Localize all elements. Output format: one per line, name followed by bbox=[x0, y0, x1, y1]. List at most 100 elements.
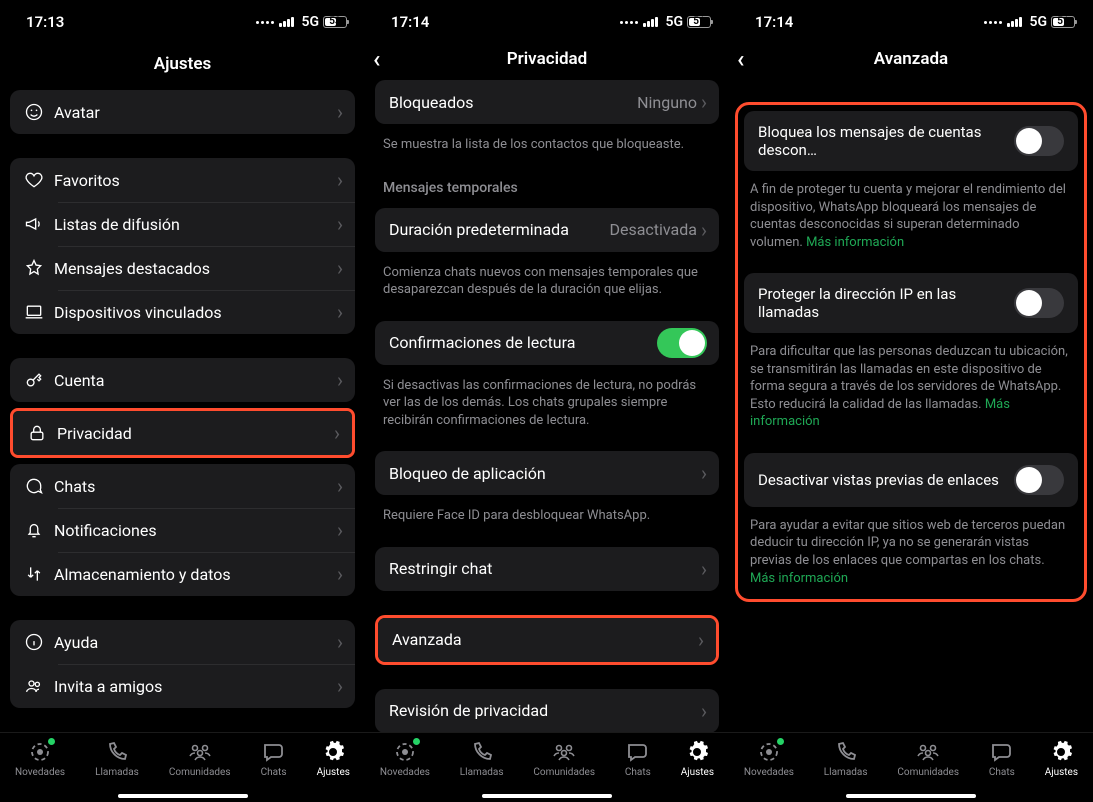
tab-chats[interactable]: Chats bbox=[625, 739, 651, 778]
duracion-row[interactable]: Duración predeterminada Desactivada › bbox=[375, 208, 719, 252]
disable-preview-footer: Para ayudar a evitar que sitios web de t… bbox=[744, 513, 1078, 593]
bloqueo-app-row[interactable]: Bloqueo de aplicación › bbox=[375, 451, 719, 495]
home-indicator bbox=[118, 794, 248, 798]
chevron-right-icon: › bbox=[337, 674, 343, 698]
avatar-row[interactable]: Avatar › bbox=[10, 90, 355, 134]
chevron-right-icon: › bbox=[337, 630, 343, 654]
bloqueo-app-footer: Requiere Face ID para desbloquear WhatsA… bbox=[365, 501, 729, 541]
status-time: 17:14 bbox=[755, 13, 793, 31]
cuenta-row[interactable]: Cuenta › bbox=[10, 358, 355, 402]
toggle-switch[interactable] bbox=[657, 328, 707, 358]
block-unknown-row[interactable]: Bloquea los mensajes de cuentas descon… bbox=[744, 111, 1078, 171]
status-network: 5G bbox=[1029, 14, 1047, 30]
almacenamiento-row[interactable]: Almacenamiento y datos › bbox=[10, 552, 355, 596]
bloqueados-footer: Se muestra la lista de los contactos que… bbox=[365, 130, 729, 170]
temp-header: Mensajes temporales bbox=[365, 170, 729, 202]
home-indicator bbox=[482, 794, 612, 798]
laptop-icon bbox=[24, 302, 54, 322]
status-network: 5G bbox=[665, 14, 683, 30]
tab-ajustes[interactable]: Ajustes bbox=[317, 739, 350, 778]
chats-row[interactable]: Chats › bbox=[10, 464, 355, 508]
chevron-right-icon: › bbox=[337, 100, 343, 124]
notificaciones-row[interactable]: Notificaciones › bbox=[10, 508, 355, 552]
listas-row[interactable]: Listas de difusión › bbox=[10, 202, 355, 246]
tab-chats[interactable]: Chats bbox=[989, 739, 1015, 778]
back-button[interactable]: ‹ bbox=[737, 45, 744, 73]
tab-bar: Novedades Llamadas Comunidades Chats Aju… bbox=[729, 732, 1093, 802]
tab-llamadas[interactable]: Llamadas bbox=[824, 739, 868, 778]
back-button[interactable]: ‹ bbox=[373, 45, 380, 73]
chevron-right-icon: › bbox=[337, 300, 343, 324]
chevron-right-icon: › bbox=[337, 212, 343, 236]
block-unknown-footer: A fin de proteger tu cuenta y mejorar el… bbox=[744, 177, 1078, 273]
chevron-right-icon: › bbox=[337, 562, 343, 586]
heart-icon bbox=[24, 170, 54, 190]
chevron-right-icon: › bbox=[337, 518, 343, 542]
tab-comunidades[interactable]: Comunidades bbox=[897, 739, 959, 778]
revision-row[interactable]: Revisión de privacidad › bbox=[375, 689, 719, 732]
more-info-link[interactable]: Más información bbox=[750, 571, 848, 586]
avanzada-row[interactable]: Avanzada › bbox=[378, 618, 716, 662]
privacidad-row[interactable]: Privacidad › bbox=[13, 411, 352, 455]
dispositivos-row[interactable]: Dispositivos vinculados › bbox=[10, 290, 355, 334]
chevron-right-icon: › bbox=[337, 368, 343, 392]
protect-ip-footer: Para dificultar que las personas deduzca… bbox=[744, 339, 1078, 453]
toggle-switch[interactable] bbox=[1014, 126, 1064, 156]
megaphone-icon bbox=[24, 214, 54, 234]
tab-bar: Novedades Llamadas Comunidades Chats Aju… bbox=[0, 732, 365, 802]
tab-ajustes[interactable]: Ajustes bbox=[1045, 739, 1078, 778]
confirmaciones-row[interactable]: Confirmaciones de lectura bbox=[375, 321, 719, 365]
battery-icon: 51 bbox=[687, 16, 711, 28]
invita-row[interactable]: Invita a amigos › bbox=[10, 664, 355, 708]
status-time: 17:14 bbox=[391, 13, 429, 31]
chevron-right-icon: › bbox=[701, 557, 707, 581]
avatar-icon bbox=[24, 102, 54, 122]
disable-preview-row[interactable]: Desactivar vistas previas de enlaces bbox=[744, 453, 1078, 507]
advanced-highlight: Bloquea los mensajes de cuentas descon… … bbox=[735, 102, 1087, 602]
status-bar: 17:13 5G 53 bbox=[0, 0, 365, 44]
toggle-switch[interactable] bbox=[1014, 465, 1064, 495]
tab-ajustes[interactable]: Ajustes bbox=[681, 739, 714, 778]
confirmaciones-footer: Si desactivas las confirmaciones de lect… bbox=[365, 371, 729, 446]
status-network: 5G bbox=[301, 14, 319, 30]
tab-novedades[interactable]: Novedades bbox=[744, 739, 794, 778]
page-title: Ajustes bbox=[0, 44, 365, 84]
bell-icon bbox=[24, 520, 54, 540]
chevron-right-icon: › bbox=[334, 421, 340, 445]
more-info-link[interactable]: Más información bbox=[806, 235, 904, 250]
destacados-row[interactable]: Mensajes destacados › bbox=[10, 246, 355, 290]
restringir-row[interactable]: Restringir chat › bbox=[375, 547, 719, 591]
lock-icon bbox=[27, 423, 57, 443]
tab-novedades[interactable]: Novedades bbox=[380, 739, 430, 778]
screen-advanced: 17:14 5G 51 ‹ Avanzada Bloquea los mensa… bbox=[729, 0, 1093, 802]
favoritos-row[interactable]: Favoritos › bbox=[10, 158, 355, 202]
page-title: ‹ Privacidad bbox=[365, 44, 729, 74]
tab-bar: Novedades Llamadas Comunidades Chats Aju… bbox=[365, 732, 729, 802]
tab-novedades[interactable]: Novedades bbox=[15, 739, 65, 778]
screen-settings: 17:13 5G 53 Ajustes Avatar › Favoritos › bbox=[0, 0, 365, 802]
home-indicator bbox=[846, 794, 976, 798]
ayuda-row[interactable]: Ayuda › bbox=[10, 620, 355, 664]
status-time: 17:13 bbox=[26, 13, 64, 31]
page-title: ‹ Avanzada bbox=[729, 44, 1093, 74]
tab-comunidades[interactable]: Comunidades bbox=[533, 739, 595, 778]
chat-bubble-icon bbox=[24, 476, 54, 496]
chevron-right-icon: › bbox=[337, 474, 343, 498]
tab-comunidades[interactable]: Comunidades bbox=[169, 739, 231, 778]
battery-icon: 51 bbox=[1051, 16, 1075, 28]
bloqueados-row[interactable]: Bloqueados Ninguno › bbox=[375, 80, 719, 124]
battery-icon: 53 bbox=[323, 16, 347, 28]
protect-ip-row[interactable]: Proteger la dirección IP en las llamadas bbox=[744, 273, 1078, 333]
chevron-right-icon: › bbox=[698, 628, 704, 652]
people-icon bbox=[24, 676, 54, 696]
info-icon bbox=[24, 632, 54, 652]
tab-chats[interactable]: Chats bbox=[261, 739, 287, 778]
chevron-right-icon: › bbox=[337, 168, 343, 192]
chevron-right-icon: › bbox=[701, 699, 707, 723]
tab-llamadas[interactable]: Llamadas bbox=[95, 739, 139, 778]
tab-llamadas[interactable]: Llamadas bbox=[460, 739, 504, 778]
key-icon bbox=[24, 370, 54, 390]
star-icon bbox=[24, 258, 54, 278]
status-bar: 17:14 5G 51 bbox=[729, 0, 1093, 44]
toggle-switch[interactable] bbox=[1014, 288, 1064, 318]
